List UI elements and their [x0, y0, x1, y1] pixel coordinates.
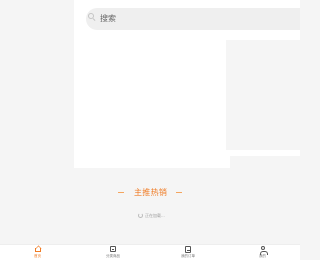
section-title: 主推热销: [134, 188, 168, 197]
orders-icon: [185, 246, 191, 253]
tab-label-orders: 我的订单: [181, 254, 195, 258]
loading-spinner-icon: [138, 213, 143, 218]
header-decoration-right: [176, 192, 182, 193]
header-decoration-left: [118, 192, 124, 193]
tab-label-me: 我的: [259, 254, 266, 258]
content-divider: [230, 156, 300, 168]
tab-label-home: 首页: [34, 254, 41, 258]
loading-text: 正在加载...: [145, 213, 165, 218]
search-placeholder: 搜索: [100, 14, 116, 23]
content-placeholder-block: [226, 40, 300, 150]
home-icon: [35, 248, 41, 252]
category-icon: [110, 246, 116, 252]
page: 搜索 主推热销 正在加载... 首页 分类商品 我的订单 我的: [0, 0, 300, 260]
tab-label-category: 分类商品: [106, 254, 120, 258]
search-icon: [88, 13, 94, 19]
search-bar[interactable]: [86, 8, 300, 30]
user-icon: [260, 246, 268, 255]
